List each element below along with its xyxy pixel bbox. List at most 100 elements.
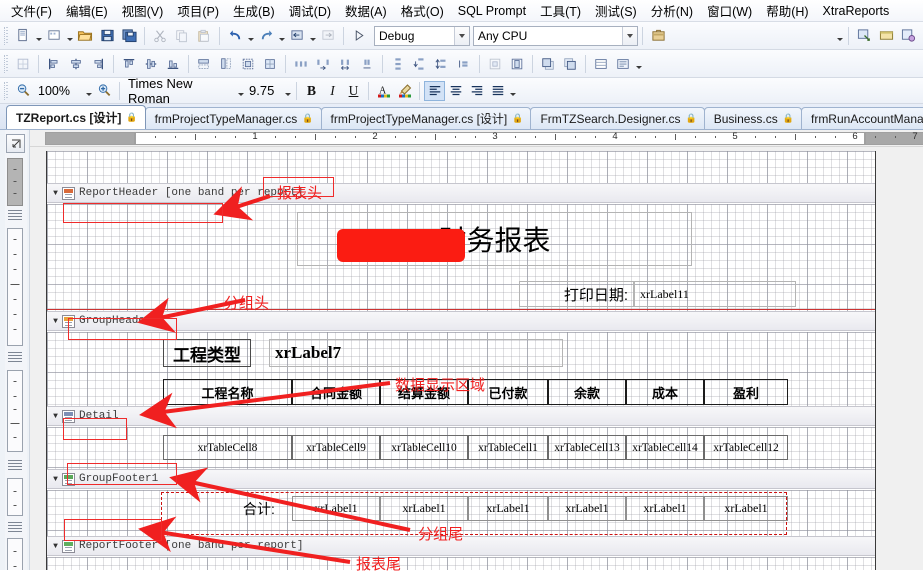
- band-bar-detail[interactable]: ▼ Detail: [47, 406, 875, 426]
- tab-frmprojecttypemanager-cs[interactable]: frmProjectTypeManager.cs 🔒: [144, 107, 322, 129]
- menu-item-project[interactable]: 项目(P): [170, 0, 226, 23]
- redo-dropdown[interactable]: [277, 25, 286, 46]
- band-surface-top[interactable]: [47, 151, 875, 183]
- center-horizontally-button[interactable]: [484, 53, 506, 74]
- menu-item-build[interactable]: 生成(B): [226, 0, 282, 23]
- toolbar-overflow-button[interactable]: [835, 25, 844, 46]
- toolbar-grip[interactable]: [4, 54, 10, 73]
- add-new-item-button[interactable]: [43, 25, 65, 46]
- align-text-right-button[interactable]: [466, 81, 487, 101]
- toolbar-grip[interactable]: [4, 81, 10, 100]
- band-bar-group-header[interactable]: ▼ GroupHeader1: [47, 311, 875, 331]
- table-header-cell[interactable]: 成本: [626, 379, 704, 405]
- print-date-label[interactable]: 打印日期:: [519, 281, 634, 307]
- underline-button[interactable]: U: [343, 81, 364, 101]
- vertical-spacing-increase-button[interactable]: [409, 53, 431, 74]
- tab-business-cs[interactable]: Business.cs 🔒: [703, 107, 802, 129]
- format-toolbar-overflow-button[interactable]: [508, 80, 517, 101]
- bold-button[interactable]: B: [301, 81, 322, 101]
- font-family-dropdown[interactable]: [236, 80, 245, 101]
- undo-dropdown[interactable]: [246, 25, 255, 46]
- copy-button[interactable]: [171, 25, 193, 46]
- band-handle-group-footer[interactable]: [8, 522, 22, 533]
- band-handle-detail[interactable]: [8, 460, 22, 471]
- navigate-forward-button[interactable]: [317, 25, 339, 46]
- project-type-value-label[interactable]: xrLabel7: [269, 339, 563, 367]
- make-same-height-button[interactable]: [215, 53, 237, 74]
- align-text-justify-button[interactable]: [487, 81, 508, 101]
- collapse-triangle-icon[interactable]: ▼: [49, 542, 62, 551]
- align-tops-button[interactable]: [118, 53, 140, 74]
- toolbar-grip[interactable]: [4, 26, 10, 45]
- report-sheet[interactable]: ▼ ReportHeader [one band per report] 财务报…: [46, 151, 876, 570]
- chevron-down-icon[interactable]: [622, 26, 637, 45]
- vertical-spacing-decrease-button[interactable]: [431, 53, 453, 74]
- align-bottoms-button[interactable]: [162, 53, 184, 74]
- lock-controls-button[interactable]: [612, 53, 634, 74]
- undo-button[interactable]: [224, 25, 246, 46]
- zoom-in-button[interactable]: [93, 80, 115, 101]
- menu-item-data[interactable]: 数据(A): [338, 0, 394, 23]
- italic-button[interactable]: I: [322, 81, 343, 101]
- horizontal-spacing-remove-button[interactable]: [356, 53, 378, 74]
- center-vertically-button[interactable]: [506, 53, 528, 74]
- collapse-triangle-icon[interactable]: ▼: [49, 317, 62, 326]
- bring-to-front-button[interactable]: [537, 53, 559, 74]
- align-centers-button[interactable]: [65, 53, 87, 74]
- detail-table-cell[interactable]: xrTableCell13: [548, 435, 626, 460]
- menu-item-file[interactable]: 文件(F): [4, 0, 59, 23]
- new-item-button[interactable]: [12, 25, 34, 46]
- align-lefts-button[interactable]: [43, 53, 65, 74]
- detail-table-cell[interactable]: xrTableCell12: [704, 435, 788, 460]
- send-to-back-button[interactable]: [559, 53, 581, 74]
- band-surface-detail[interactable]: xrTableCell8 xrTableCell9 xrTableCell10 …: [47, 427, 875, 469]
- horizontal-spacing-equal-button[interactable]: [290, 53, 312, 74]
- band-bar-report-footer[interactable]: ▼ ReportFooter [one band per report]: [47, 536, 875, 556]
- tab-tzreport-cs-design[interactable]: TZReport.cs [设计] 🔒: [6, 105, 146, 129]
- vertical-spacing-equal-button[interactable]: [387, 53, 409, 74]
- font-family-value[interactable]: Times New Roman: [124, 76, 236, 106]
- tab-frmrunaccountmanager[interactable]: frmRunAccountMana: [800, 107, 923, 129]
- table-header-cell[interactable]: 余款: [548, 379, 626, 405]
- new-item-dropdown[interactable]: [34, 25, 43, 46]
- band-handle-report-header[interactable]: [8, 210, 22, 221]
- font-size-dropdown[interactable]: [283, 80, 292, 101]
- band-bar-report-header[interactable]: ▼ ReportHeader [one band per report]: [47, 183, 875, 203]
- report-canvas[interactable]: ▼ ReportHeader [one band per report] 财务报…: [30, 147, 923, 570]
- menu-item-view[interactable]: 视图(V): [115, 0, 171, 23]
- align-middles-button[interactable]: [140, 53, 162, 74]
- tab-frmtzsearch-designer-cs[interactable]: FrmTZSearch.Designer.cs 🔒: [530, 107, 705, 129]
- detail-table-cell[interactable]: xrTableCell9: [292, 435, 380, 460]
- menu-item-test[interactable]: 测试(S): [588, 0, 644, 23]
- band-handle-group-header[interactable]: [8, 352, 22, 363]
- font-color-button[interactable]: A: [373, 81, 394, 101]
- menu-item-tools[interactable]: 工具(T): [533, 0, 588, 23]
- band-surface-group-header[interactable]: 工程类型 xrLabel7 工程名称 合同金额 结算金额 已付款 余款 成本 盈…: [47, 332, 875, 406]
- tab-frmprojecttypemanager-cs-design[interactable]: frmProjectTypeManager.cs [设计] 🔒: [320, 107, 532, 129]
- size-to-grid-button[interactable]: [259, 53, 281, 74]
- band-surface-report-footer[interactable]: [47, 557, 875, 570]
- collapse-triangle-icon[interactable]: ▼: [49, 475, 62, 484]
- build-configuration-combo[interactable]: Debug: [374, 25, 470, 46]
- add-new-item-dropdown[interactable]: [65, 25, 74, 46]
- band-surface-group-footer[interactable]: 合计: xrLabel1 xrLabel1 xrLabel1 xrLabel1 …: [47, 490, 875, 536]
- horizontal-spacing-increase-button[interactable]: [312, 53, 334, 74]
- table-header-cell[interactable]: 结算金额: [380, 379, 468, 405]
- menu-item-sql-prompt[interactable]: SQL Prompt: [451, 1, 533, 21]
- select-all-corner-button[interactable]: [6, 134, 25, 153]
- print-date-value-label[interactable]: xrLabel11: [634, 281, 796, 307]
- properties-window-button[interactable]: [875, 25, 897, 46]
- save-all-button[interactable]: [118, 25, 140, 46]
- menu-item-edit[interactable]: 编辑(E): [59, 0, 115, 23]
- navigate-backward-dropdown[interactable]: [308, 25, 317, 46]
- zoom-out-button[interactable]: [12, 80, 34, 101]
- highlight-color-button[interactable]: [394, 81, 415, 101]
- align-text-left-button[interactable]: [424, 80, 445, 101]
- font-size-value[interactable]: 9.75: [245, 81, 283, 100]
- paste-button[interactable]: [193, 25, 215, 46]
- find-in-files-button[interactable]: [647, 25, 669, 46]
- open-file-button[interactable]: [74, 25, 96, 46]
- zoom-value[interactable]: 100%: [34, 81, 84, 100]
- layout-toolbar-overflow-button[interactable]: [634, 53, 643, 74]
- tab-order-button[interactable]: [590, 53, 612, 74]
